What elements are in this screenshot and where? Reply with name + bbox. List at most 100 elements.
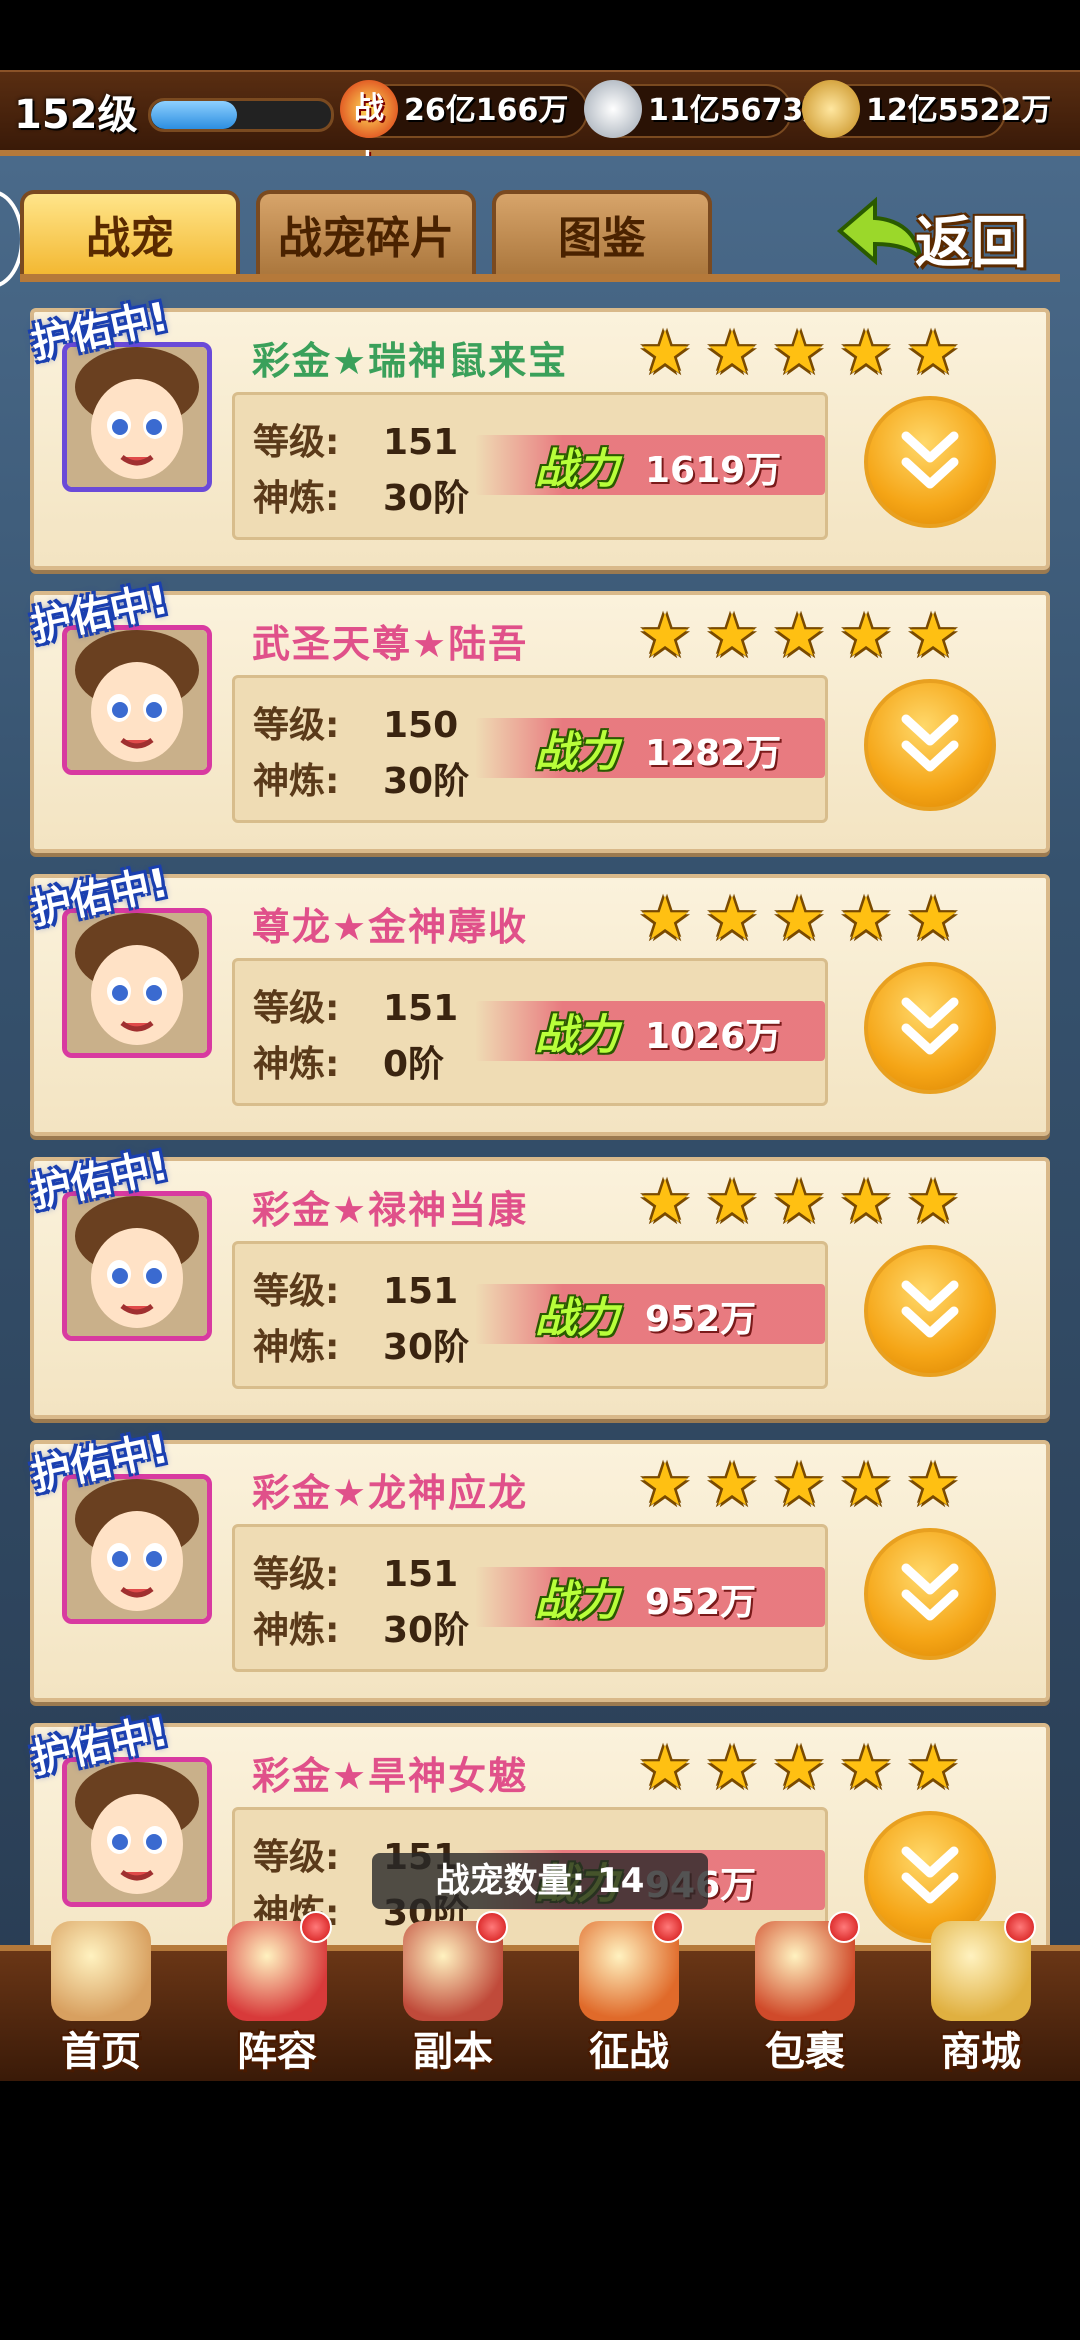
refine-row: 神炼: 30阶 [253,1318,469,1370]
power-label: 战力 [535,1010,620,1059]
star-icon: ★ [906,1167,960,1237]
star-icon: ★ [906,601,960,671]
level-label: 等级: [253,422,340,463]
level-value: 151 [383,1271,459,1312]
power-value: 1619万 [645,450,782,491]
level-value: 151 [383,422,459,463]
refine-value: 30阶 [383,1610,470,1651]
expand-button[interactable] [864,1528,996,1660]
double-chevron-down-icon [901,1280,959,1338]
star-rating: ★ ★ ★ ★ ★ [634,1167,969,1237]
level-value: 151 [383,988,459,1029]
pet-card[interactable]: 护佑中! 尊龙★金神蓐收 ★ ★ ★ ★ ★ 等级: 151 神炼: 0阶 战力 1026万 [28,860,1050,1136]
pet-card[interactable]: 护佑中! 彩金★瑞神鼠来宝 ★ ★ ★ ★ ★ 等级: 151 神炼: 30阶 战力 161… [28,294,1050,570]
refine-row: 神炼: 30阶 [253,1601,469,1653]
power-row: 战力 1282万 [475,718,825,778]
level-row: 等级: 151 [253,413,458,465]
pet-face-icon [67,1762,207,1902]
star-rating: ★ ★ ★ ★ ★ [634,601,969,671]
star-icon: ★ [772,1450,826,1520]
star-icon: ★ [839,318,893,388]
refine-value: 30阶 [383,478,470,519]
power-value: 952万 [645,1299,757,1340]
nav-house[interactable]: 首页 [26,1921,176,2081]
power-value: 952万 [645,1582,757,1623]
star-icon: ★ [839,1733,893,1803]
level-label: 等级: [253,1837,340,1878]
star-rating: ★ ★ ★ ★ ★ [634,884,969,954]
nav-scroll-banner[interactable]: 阵容 [202,1911,352,2081]
star-icon: ★ [638,1450,692,1520]
refine-row: 神炼: 30阶 [253,469,469,521]
star-icon: ★ [906,318,960,388]
refine-label: 神炼: [253,1610,340,1651]
tab-codex[interactable]: 图鉴 [492,190,712,280]
nav-label: 阵容 [237,2029,317,2075]
notification-dot [652,1911,684,1943]
level-value: 151 [383,1554,459,1595]
pet-face-icon [67,347,207,487]
refine-label: 神炼: [253,1327,340,1368]
pet-name: 尊龙★金神蓐收 [252,905,529,949]
back-arrow-icon [836,196,923,266]
star-icon: ★ [772,1167,826,1237]
star-icon: ★ [772,601,826,671]
star-icon: ★ [638,884,692,954]
pet-portrait[interactable] [62,1191,212,1341]
star-icon: ★ [772,1733,826,1803]
star-rating: ★ ★ ★ ★ ★ [634,1450,969,1520]
pet-card[interactable]: 护佑中! 彩金★龙神应龙 ★ ★ ★ ★ ★ 等级: 151 神炼: 30阶 战力 952万 [28,1426,1050,1702]
star-icon: ★ [772,318,826,388]
star-icon: ★ [638,1167,692,1237]
pet-portrait[interactable] [62,342,212,492]
level-value: 150 [383,705,459,746]
expand-button[interactable] [864,1245,996,1377]
nav-spear[interactable]: 副本 [378,1911,528,2081]
star-icon: ★ [839,601,893,671]
nav-label: 副本 [413,2029,493,2075]
notification-dot [476,1911,508,1943]
level-label: 等级: [253,1271,340,1312]
expand-button[interactable] [864,962,996,1094]
nav-label: 首页 [61,2029,141,2075]
house-icon [51,1921,151,2021]
double-chevron-down-icon [901,714,959,772]
pet-face-icon [67,1196,207,1336]
tab-pets[interactable]: 战宠 [20,190,240,280]
back-button[interactable]: 返回 [835,188,1050,278]
nav-target[interactable]: 征战 [554,1911,704,2081]
notification-dot [1004,1911,1036,1943]
power-row: 战力 1619万 [475,435,825,495]
tab-pet-fragments[interactable]: 战宠碎片 [256,190,476,280]
silver-value: 11亿5673万 [648,93,834,128]
refine-row: 神炼: 0阶 [253,1035,444,1087]
pet-card[interactable]: 护佑中! 彩金★禄神当康 ★ ★ ★ ★ ★ 等级: 151 神炼: 30阶 战力 952万 [28,1143,1050,1419]
double-chevron-down-icon [901,997,959,1055]
gold-display[interactable]: 12亿5522万 [802,80,1051,138]
pet-stats: 等级: 151 神炼: 30阶 战力 1619万 [232,392,828,540]
pet-portrait[interactable] [62,1757,212,1907]
double-chevron-down-icon [901,431,959,489]
nav-bag[interactable]: 包裹 [730,1911,880,2081]
pet-portrait[interactable] [62,908,212,1058]
status-bar: 152级 战力 26亿166万 11亿5673万 12亿5522万 [0,70,1080,184]
pet-portrait[interactable] [62,1474,212,1624]
pet-stats: 等级: 151 神炼: 30阶 战力 952万 [232,1241,828,1389]
pet-name: 彩金★旱神女魃 [252,1754,529,1798]
level-label: 等级: [253,988,340,1029]
power-label: 战力 [535,444,620,493]
power-value: 1282万 [645,733,782,774]
nav-gold-ingot[interactable]: 商城 [906,1911,1056,2081]
expand-button[interactable] [864,679,996,811]
pet-card[interactable]: 护佑中! 武圣天尊★陆吾 ★ ★ ★ ★ ★ 等级: 150 神炼: 30阶 战力 1282… [28,577,1050,853]
nav-label: 包裹 [765,2029,845,2075]
level-label: 等级: [253,705,340,746]
star-icon: ★ [772,884,826,954]
pet-portrait[interactable] [62,625,212,775]
expand-button[interactable] [864,396,996,528]
silver-display[interactable]: 11亿5673万 [584,80,834,138]
notification-dot [828,1911,860,1943]
level-label: 等级: [253,1554,340,1595]
star-icon: ★ [906,1450,960,1520]
refine-label: 神炼: [253,478,340,519]
